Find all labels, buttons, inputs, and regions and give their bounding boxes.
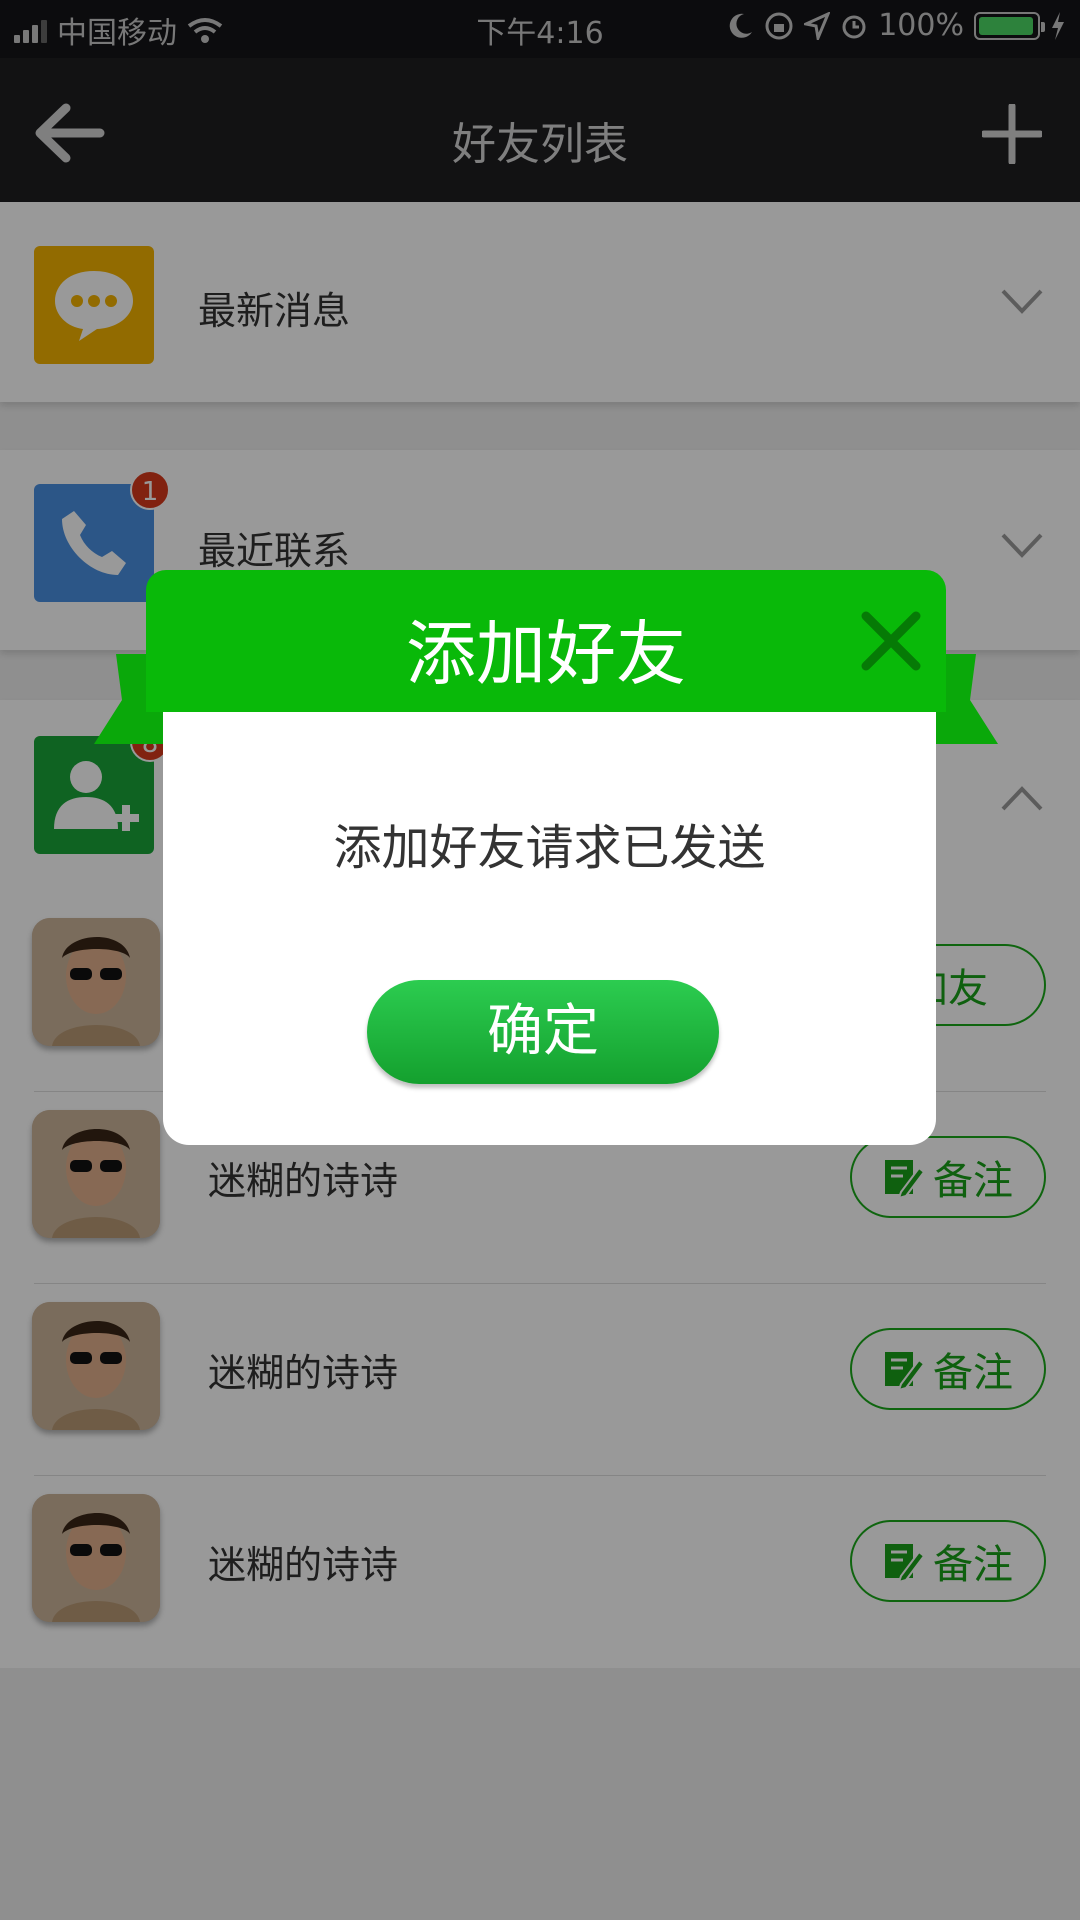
close-icon[interactable] — [858, 608, 924, 674]
confirm-button[interactable]: 确定 — [367, 980, 719, 1084]
add-friend-dialog: 添加好友请求已发送 确定 — [163, 690, 936, 1145]
dialog-message: 添加好友请求已发送 — [333, 820, 766, 876]
dialog-title: 添加好友 — [406, 613, 686, 695]
dialog-header: 添加好友 — [146, 570, 946, 712]
